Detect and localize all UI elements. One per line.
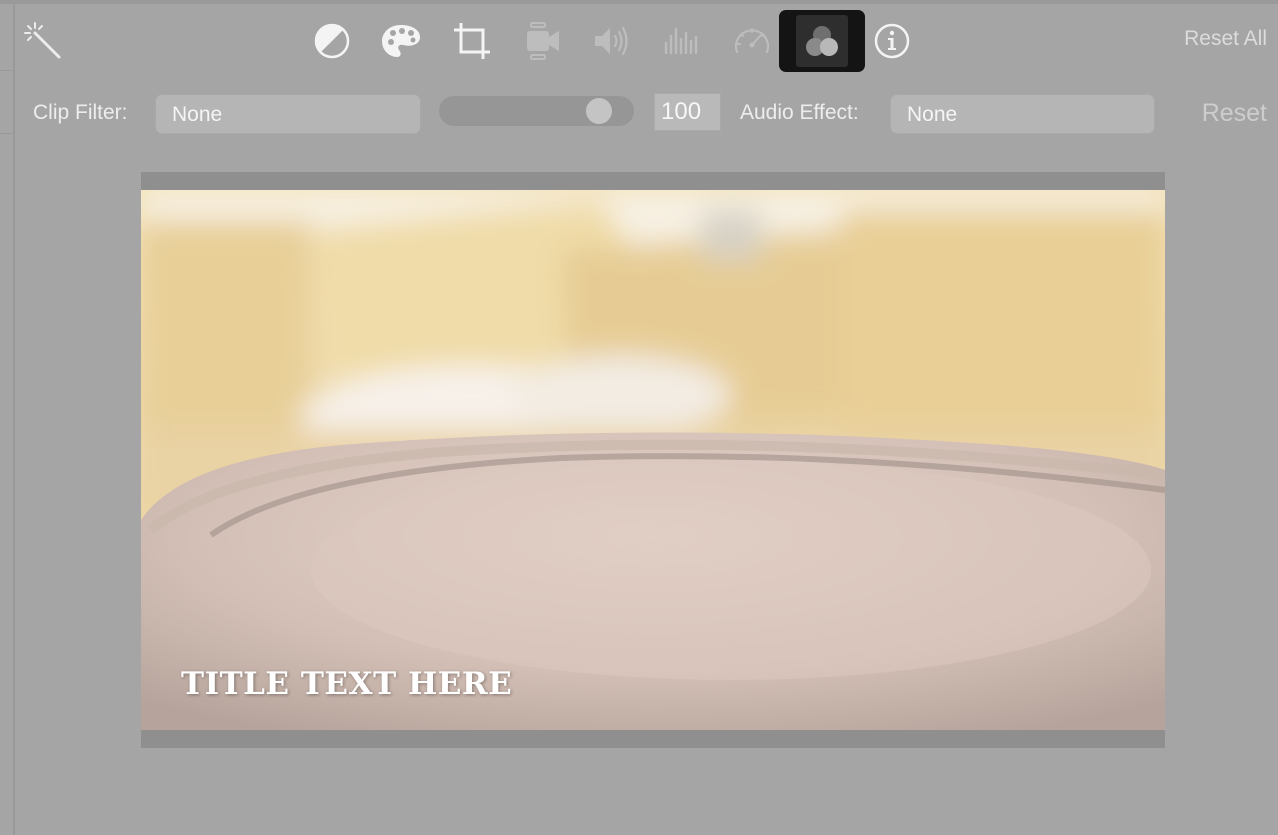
filter-intensity-field[interactable]: 100: [654, 93, 721, 131]
audio-effect-dropdown[interactable]: None: [890, 94, 1155, 134]
color-balance-button[interactable]: [307, 16, 357, 66]
color-correction-button[interactable]: [376, 16, 426, 66]
speedometer-icon: [734, 28, 770, 54]
clip-filter-label: Clip Filter:: [33, 101, 128, 124]
video-frame-image: [141, 190, 1165, 730]
color-palette-icon: [382, 25, 420, 57]
equalizer-icon: [664, 27, 698, 55]
clip-filter-button[interactable]: [779, 10, 865, 72]
left-divider: [13, 4, 15, 835]
crop-button[interactable]: [447, 16, 497, 66]
left-stub-divider: [0, 133, 13, 134]
video-frame: TITLE TEXT HERE: [141, 190, 1165, 730]
speaker-icon: [595, 26, 628, 56]
color-balance-icon: [314, 23, 350, 59]
volume-button[interactable]: [587, 16, 637, 66]
enhance-button[interactable]: [20, 18, 64, 62]
title-overlay[interactable]: TITLE TEXT HERE: [181, 666, 512, 702]
crop-icon: [454, 23, 490, 59]
clip-filter-icon: [806, 26, 838, 56]
noise-reduction-button[interactable]: [657, 16, 707, 66]
reset-button[interactable]: Reset: [1202, 99, 1267, 128]
top-divider: [0, 0, 1278, 4]
clip-filter-button-inner: [796, 15, 848, 67]
magic-wand-icon: [24, 22, 61, 59]
video-viewer[interactable]: TITLE TEXT HERE: [141, 172, 1165, 748]
video-camera-icon: [527, 22, 559, 60]
stabilization-button[interactable]: [517, 16, 567, 66]
inspector-panel: Reset All Clip Filter: None 100 Audio Ef…: [0, 0, 1278, 835]
speed-button[interactable]: [727, 16, 777, 66]
slider-knob[interactable]: [586, 98, 613, 124]
left-stub-divider: [0, 70, 13, 71]
clip-filter-dropdown[interactable]: None: [155, 94, 421, 134]
filter-intensity-slider[interactable]: [439, 96, 634, 126]
audio-effect-label: Audio Effect:: [740, 101, 859, 124]
info-icon: [874, 23, 910, 59]
clip-info-button[interactable]: [867, 16, 917, 66]
reset-all-button[interactable]: Reset All: [1184, 27, 1267, 51]
